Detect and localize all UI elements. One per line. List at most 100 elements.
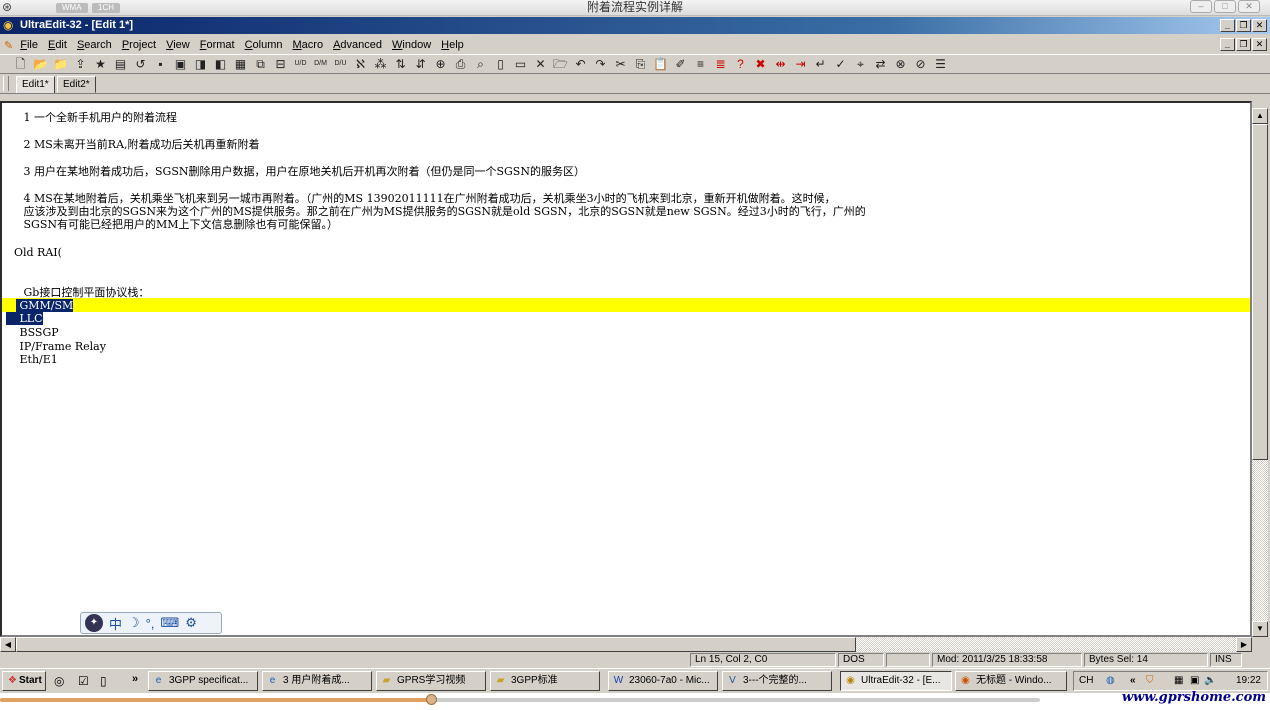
delete-icon[interactable]: ✖	[752, 56, 769, 72]
save-icon[interactable]: ▪	[152, 56, 169, 72]
favorites-icon[interactable]: ★	[92, 56, 109, 72]
save-all-icon[interactable]: ▣	[172, 56, 189, 72]
clock[interactable]: 19:22	[1236, 672, 1261, 690]
quicklaunch-more-icon[interactable]: »	[132, 673, 138, 685]
bookmark-icon[interactable]: ⇹	[772, 56, 789, 72]
volume-icon[interactable]: 🔈	[1204, 672, 1216, 690]
scroll-up-button[interactable]: ▲	[1252, 108, 1268, 124]
player-seek-bar[interactable]: www.gprshome.com	[0, 690, 1270, 710]
tab-edit2[interactable]: Edit2*	[57, 76, 96, 93]
doc-restore-button[interactable]: ❐	[1236, 38, 1251, 51]
menu-window[interactable]: Window	[387, 36, 436, 54]
menu-file[interactable]: File	[15, 36, 43, 54]
tray-expand-icon[interactable]: «	[1130, 672, 1136, 690]
open-folder-icon[interactable]: 📁	[52, 56, 69, 72]
settings-icon[interactable]: ⚙	[185, 615, 197, 631]
doc-minimize-button[interactable]: _	[1220, 38, 1235, 51]
horizontal-scroll-thumb[interactable]	[16, 637, 856, 652]
task-gprs-videos[interactable]: ▰ GPRS学习视频	[376, 671, 486, 691]
shield-icon[interactable]: ⛉	[1146, 672, 1154, 690]
minimize-icon[interactable]: –	[1190, 0, 1212, 13]
sort-desc-icon[interactable]: ⇵	[412, 56, 429, 72]
task-3gpp-spec[interactable]: e 3GPP specificat...	[148, 671, 258, 691]
dos-mac-icon[interactable]: D/M	[312, 56, 329, 72]
window-restore-button[interactable]: ❐	[1236, 19, 1251, 32]
clipboard-icon[interactable]: ✐	[672, 56, 689, 72]
ascii-icon[interactable]: ⁂	[372, 56, 389, 72]
list-icon[interactable]: ≡	[692, 56, 709, 72]
language-indicator[interactable]: CH	[1079, 672, 1093, 690]
close-icon[interactable]: ✕	[1238, 0, 1260, 13]
print-setup-icon[interactable]: ▭	[512, 56, 529, 72]
print-preview-icon[interactable]: ▦	[232, 56, 249, 72]
scroll-down-button[interactable]: ▼	[1252, 621, 1268, 637]
menu-format[interactable]: Format	[195, 36, 240, 54]
ime-logo-icon[interactable]: ✦	[85, 614, 103, 632]
display-icon[interactable]: ▣	[1190, 672, 1199, 690]
task-visio[interactable]: V 3---个完整的...	[722, 671, 832, 691]
menu-view[interactable]: View	[161, 36, 195, 54]
more-icon[interactable]: ☰	[932, 56, 949, 72]
copy-icon[interactable]: ⎘	[632, 56, 649, 72]
find-in-files-icon[interactable]: ⊗	[892, 56, 909, 72]
save-ftp-icon[interactable]: ◧	[212, 56, 229, 72]
toggle-icon[interactable]: ⊟	[272, 56, 289, 72]
convert-icon[interactable]: ℵ	[352, 56, 369, 72]
sort-asc-icon[interactable]: ⇅	[392, 56, 409, 72]
quicklaunch-desktop-icon[interactable]: ☑	[78, 674, 89, 688]
insert-icon[interactable]: ⊕	[432, 56, 449, 72]
dos-unix-icon[interactable]: D/U	[332, 56, 349, 72]
help-icon[interactable]: ?	[732, 56, 749, 72]
undo-icon[interactable]: ↶	[572, 56, 589, 72]
maximize-icon[interactable]: □	[1214, 0, 1236, 13]
moon-icon[interactable]: ☽	[128, 615, 140, 631]
replace-icon[interactable]: ⇄	[872, 56, 889, 72]
find-icon[interactable]: ⌖	[852, 56, 869, 72]
menu-project[interactable]: Project	[117, 36, 161, 54]
copy-file-icon[interactable]: ⧉	[252, 56, 269, 72]
cut-icon[interactable]: ✂	[612, 56, 629, 72]
vertical-scroll-thumb[interactable]	[1252, 124, 1268, 460]
keyboard-icon[interactable]: ⌨	[160, 615, 179, 631]
punctuation-icon[interactable]: °,	[146, 616, 155, 631]
function-list-icon[interactable]: ≣	[712, 56, 729, 72]
print-icon[interactable]: ⎙	[452, 56, 469, 72]
paste-icon[interactable]: 📋	[652, 56, 669, 72]
ime-mode-label[interactable]: 中	[109, 614, 122, 633]
next-bookmark-icon[interactable]: ⇥	[792, 56, 809, 72]
open-folder2-icon[interactable]: 🗁	[552, 56, 569, 72]
window-close-button[interactable]: ✕	[1252, 19, 1267, 32]
menu-advanced[interactable]: Advanced	[328, 36, 387, 54]
unix-dos-icon[interactable]: U/D	[292, 56, 309, 72]
menu-search[interactable]: Search	[72, 36, 117, 54]
start-button[interactable]: ❖ Start	[2, 671, 46, 691]
save-as-icon[interactable]: ◨	[192, 56, 209, 72]
editor-pane[interactable]: 1 一个全新手机用户的附着流程 2 MS未离开当前RA,附着成功后关机再重新附着…	[0, 101, 1252, 637]
replace-in-files-icon[interactable]: ⊘	[912, 56, 929, 72]
quick-open-icon[interactable]: ▤	[112, 56, 129, 72]
task-user-attach[interactable]: e 3 用户附着成...	[262, 671, 372, 691]
menu-edit[interactable]: Edit	[43, 36, 72, 54]
spell-icon[interactable]: ✓	[832, 56, 849, 72]
seek-handle[interactable]	[425, 694, 437, 705]
preview-icon[interactable]: ⌕	[472, 56, 489, 72]
open-ftp-icon[interactable]: ⇪	[72, 56, 89, 72]
menu-column[interactable]: Column	[240, 36, 288, 54]
menu-macro[interactable]: Macro	[288, 36, 329, 54]
revert-icon[interactable]: ↺	[132, 56, 149, 72]
quicklaunch-doc-icon[interactable]: ▯	[100, 674, 107, 688]
scroll-left-button[interactable]: ◀	[0, 637, 16, 652]
window-minimize-button[interactable]: _	[1220, 19, 1235, 32]
task-media-player[interactable]: ◉ 无标题 - Windo...	[955, 671, 1067, 691]
task-word-doc[interactable]: W 23060-7a0 - Mic...	[608, 671, 718, 691]
network-icon[interactable]: ▦	[1174, 672, 1183, 690]
quicklaunch-ie-icon[interactable]: ◎	[54, 674, 64, 688]
page-setup-icon[interactable]: ▯	[492, 56, 509, 72]
task-3gpp-standard[interactable]: ▰ 3GPP标准	[490, 671, 600, 691]
ime-toolbar[interactable]: ✦ 中 ☽ °, ⌨ ⚙	[80, 612, 222, 634]
scroll-right-button[interactable]: ▶	[1236, 637, 1252, 652]
doc-close-button[interactable]: ✕	[1252, 38, 1267, 51]
horizontal-scrollbar[interactable]: ◀ ▶	[0, 637, 1252, 652]
new-file-icon[interactable]: 🗋	[12, 56, 29, 72]
task-ultraedit[interactable]: ◉ UltraEdit-32 - [E...	[840, 671, 952, 691]
